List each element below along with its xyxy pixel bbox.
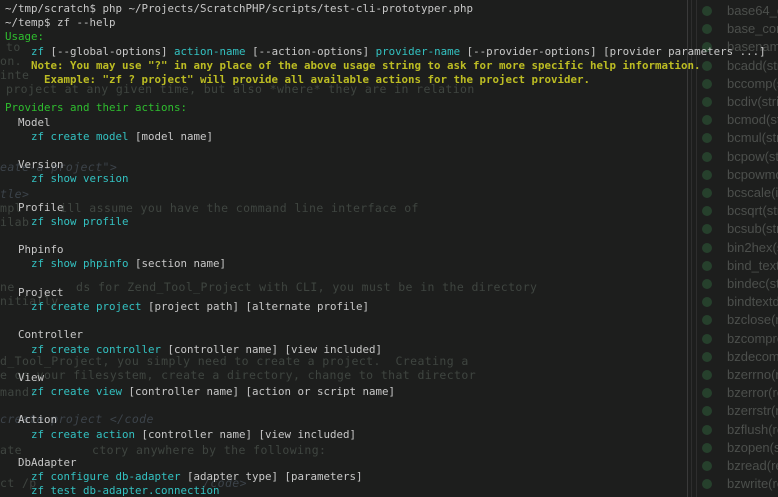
terminal-text-segment: Phpinfo bbox=[5, 243, 64, 256]
terminal-line bbox=[0, 87, 778, 101]
terminal-line bbox=[0, 144, 778, 158]
terminal-text-segment: zf create action bbox=[31, 428, 135, 441]
terminal-text-segment: zf show phpinfo bbox=[31, 257, 129, 270]
terminal-line: zf show phpinfo [section name] bbox=[0, 257, 778, 271]
terminal-text-segment: zf create model bbox=[31, 130, 129, 143]
terminal-line bbox=[0, 399, 778, 413]
terminal-line: ~/tmp/scratch$ php ~/Projects/ScratchPHP… bbox=[0, 2, 778, 16]
terminal-text-segment: Usage: bbox=[5, 30, 44, 43]
terminal-line: Profile bbox=[0, 201, 778, 215]
terminal-text-segment: [controller name] [action or script name… bbox=[122, 385, 395, 398]
terminal-text-segment: zf test db-adapter.connection bbox=[31, 484, 220, 497]
terminal-text-segment: ~/tmp/scratch$ php ~/Projects/ScratchPHP… bbox=[5, 2, 473, 15]
terminal-text-segment bbox=[5, 130, 31, 143]
terminal-text-segment: [project path] [alternate profile] bbox=[142, 300, 370, 313]
terminal-line: zf create view [controller name] [action… bbox=[0, 385, 778, 399]
screen: toon.inteproject at any given time, but … bbox=[0, 0, 778, 497]
terminal-text-segment: Version bbox=[5, 158, 64, 171]
terminal-line: Providers and their actions: bbox=[0, 101, 778, 115]
terminal-line: zf configure db-adapter [adapter type] [… bbox=[0, 470, 778, 484]
terminal-text-segment: [model name] bbox=[129, 130, 214, 143]
terminal-text-segment: provider-name bbox=[376, 45, 461, 58]
terminal-text-segment: zf show profile bbox=[31, 215, 129, 228]
terminal-line: Version bbox=[0, 158, 778, 172]
terminal-text-segment: Profile bbox=[5, 201, 64, 214]
terminal-text-segment: [section name] bbox=[129, 257, 227, 270]
terminal-line: zf create project [project path] [altern… bbox=[0, 300, 778, 314]
terminal-text-segment: zf create view bbox=[31, 385, 122, 398]
terminal-text-segment bbox=[5, 257, 31, 270]
terminal-line: zf create model [model name] bbox=[0, 130, 778, 144]
terminal-text-segment: zf configure db-adapter bbox=[31, 470, 181, 483]
terminal-line: Usage: bbox=[0, 30, 778, 44]
terminal-line: Controller bbox=[0, 328, 778, 342]
terminal-text-segment: [controller name] [view included] bbox=[135, 428, 356, 441]
terminal-line bbox=[0, 186, 778, 200]
terminal-text-segment bbox=[5, 300, 31, 313]
terminal-text-segment: Action bbox=[5, 413, 57, 426]
terminal-text-segment bbox=[5, 343, 31, 356]
terminal-text-segment: DbAdapter bbox=[5, 456, 77, 469]
terminal-line: zf create controller [controller name] [… bbox=[0, 343, 778, 357]
terminal-text-segment bbox=[5, 172, 31, 185]
terminal-line: DbAdapter bbox=[0, 456, 778, 470]
terminal-text-segment: [controller name] [view included] bbox=[161, 343, 382, 356]
terminal-text-segment: [--global-options] bbox=[44, 45, 174, 58]
terminal-text-segment bbox=[5, 428, 31, 441]
terminal-text-segment: [--action-options] bbox=[246, 45, 376, 58]
terminal-text-segment bbox=[5, 385, 31, 398]
terminal-text-segment bbox=[5, 215, 31, 228]
terminal-text-segment: [--provider-options] [provider parameter… bbox=[460, 45, 766, 58]
terminal-text-segment: Providers and their actions: bbox=[5, 101, 187, 114]
terminal-line bbox=[0, 272, 778, 286]
terminal-text-segment: Note: You may use "?" in any place of th… bbox=[5, 59, 701, 72]
terminal-text-segment bbox=[5, 484, 31, 497]
terminal-text-segment bbox=[5, 45, 31, 58]
terminal-text-segment: Example: "zf ? project" will provide all… bbox=[5, 73, 590, 86]
terminal-text-segment: zf show version bbox=[31, 172, 129, 185]
terminal-line: Project bbox=[0, 286, 778, 300]
terminal-line: Phpinfo bbox=[0, 243, 778, 257]
terminal-line bbox=[0, 314, 778, 328]
terminal-line: zf show profile bbox=[0, 215, 778, 229]
terminal-line: Note: You may use "?" in any place of th… bbox=[0, 59, 778, 73]
terminal-line: ~/temp$ zf --help bbox=[0, 16, 778, 30]
terminal-line: Model bbox=[0, 116, 778, 130]
terminal-line: zf create action [controller name] [view… bbox=[0, 428, 778, 442]
terminal-line bbox=[0, 442, 778, 456]
terminal-output: ~/tmp/scratch$ php ~/Projects/ScratchPHP… bbox=[0, 2, 778, 497]
terminal-text-segment: zf create controller bbox=[31, 343, 161, 356]
terminal-line: zf [--global-options] action-name [--act… bbox=[0, 45, 778, 59]
terminal-line: Example: "zf ? project" will provide all… bbox=[0, 73, 778, 87]
terminal-line: zf show version bbox=[0, 172, 778, 186]
terminal-text-segment: [adapter type] [parameters] bbox=[181, 470, 363, 483]
terminal-line: zf test db-adapter.connection bbox=[0, 484, 778, 497]
terminal-text-segment: View bbox=[5, 371, 44, 384]
terminal-text-segment: Project bbox=[5, 286, 64, 299]
terminal-text-segment: action-name bbox=[174, 45, 246, 58]
terminal-text-segment: ~/temp$ zf --help bbox=[5, 16, 116, 29]
terminal-text-segment bbox=[5, 470, 31, 483]
terminal-text-segment: Controller bbox=[5, 328, 83, 341]
terminal-line: View bbox=[0, 371, 778, 385]
terminal-line bbox=[0, 229, 778, 243]
terminal-text-segment: zf create project bbox=[31, 300, 142, 313]
terminal-line: Action bbox=[0, 413, 778, 427]
terminal-line bbox=[0, 357, 778, 371]
terminal-text-segment: Model bbox=[5, 116, 51, 129]
terminal-text-segment: zf bbox=[31, 45, 44, 58]
